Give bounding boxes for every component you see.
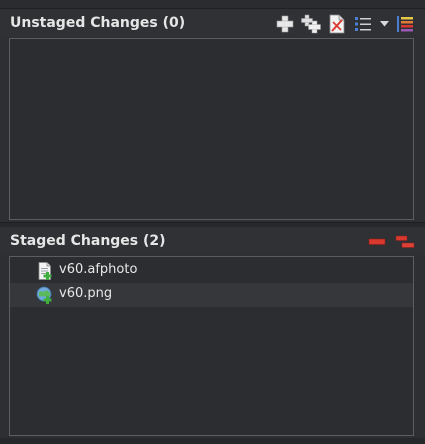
list-item[interactable]: v60.afphoto (10, 259, 413, 283)
discard-icon[interactable] (327, 14, 347, 34)
unstaged-toolbar (275, 13, 415, 35)
bottom-divider (0, 438, 425, 444)
unstaged-header: Unstaged Changes (0) (0, 9, 425, 37)
file-name: v60.png (59, 286, 113, 301)
image-added-icon (36, 286, 54, 304)
top-divider (0, 0, 425, 9)
git-staging-view: Unstaged Changes (0) Staged Changes (2) … (0, 0, 425, 444)
dropdown-arrow-icon[interactable] (379, 14, 389, 34)
unstage-all-icon[interactable] (395, 232, 415, 252)
document-added-icon (36, 262, 54, 280)
staged-title: Staged Changes (2) (10, 233, 166, 249)
stage-icon[interactable] (275, 14, 295, 34)
sort-icon[interactable] (395, 14, 415, 34)
unstaged-title: Unstaged Changes (0) (10, 15, 186, 31)
list-item[interactable]: v60.png (10, 283, 413, 307)
unstage-icon[interactable] (367, 232, 387, 252)
staged-file-list[interactable]: v60.afphoto v60.png (9, 256, 414, 436)
staged-toolbar (367, 231, 415, 253)
staged-header: Staged Changes (2) (0, 227, 425, 255)
stage-all-icon[interactable] (301, 14, 321, 34)
file-name: v60.afphoto (59, 262, 138, 277)
list-view-icon[interactable] (353, 14, 373, 34)
unstaged-file-list[interactable] (9, 38, 414, 220)
